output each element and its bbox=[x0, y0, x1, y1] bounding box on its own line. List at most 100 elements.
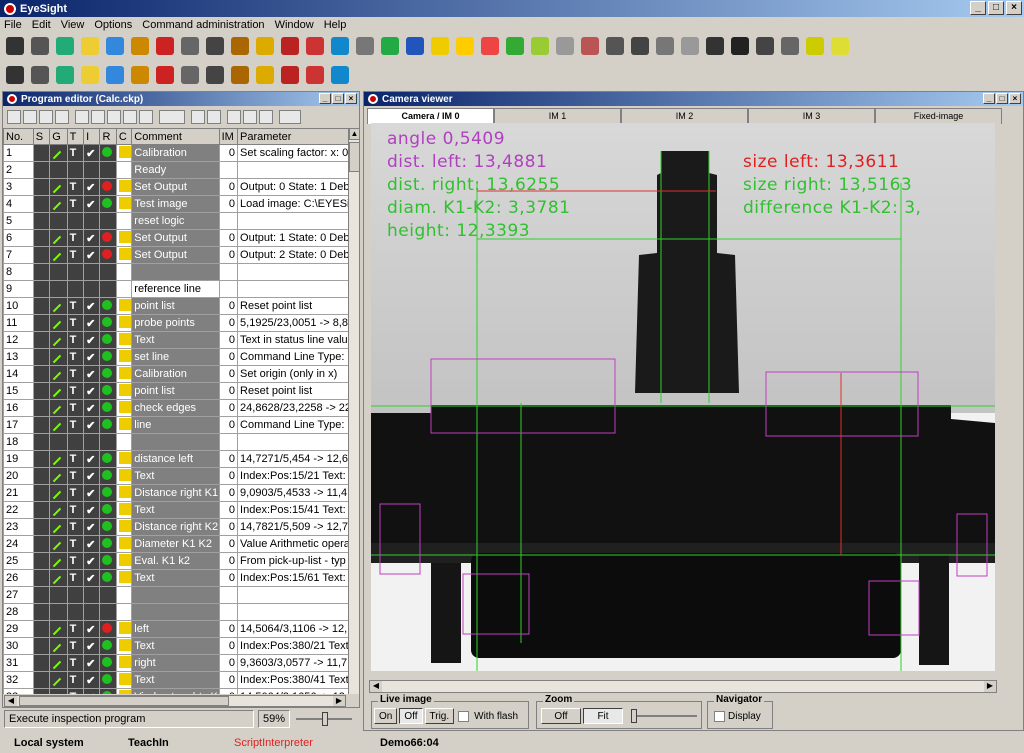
row-s-cell[interactable] bbox=[32, 314, 51, 332]
tree-icon[interactable] bbox=[254, 35, 276, 57]
row-im[interactable]: 0 bbox=[218, 552, 239, 570]
row-s-cell[interactable] bbox=[32, 331, 51, 349]
row-c-cell[interactable] bbox=[115, 161, 133, 179]
row-s-cell[interactable] bbox=[32, 518, 51, 536]
row-im[interactable]: 0 bbox=[218, 331, 239, 349]
menu-command-administration[interactable]: Command administration bbox=[142, 19, 264, 31]
row-c-cell[interactable] bbox=[115, 229, 133, 247]
row-s-cell[interactable] bbox=[32, 450, 51, 468]
row-i-cell[interactable]: ✔ bbox=[83, 535, 101, 553]
row-i-cell[interactable]: ✔ bbox=[83, 314, 101, 332]
row-comment[interactable]: Test image bbox=[131, 195, 220, 213]
chart-icon[interactable] bbox=[129, 35, 151, 57]
row-t-cell[interactable]: T bbox=[66, 501, 85, 519]
row-c-cell[interactable] bbox=[115, 144, 133, 162]
row-t-cell[interactable]: T bbox=[66, 654, 85, 672]
row-parameter[interactable]: From pick-up-list - typ bbox=[237, 552, 350, 570]
table-row[interactable]: 1 T ✔ Calibration 0 Set scaling factor: x: 0, bbox=[3, 144, 350, 162]
row-c-cell[interactable] bbox=[115, 263, 133, 281]
zoom-slider-thumb[interactable] bbox=[322, 712, 328, 726]
row-r-cell[interactable] bbox=[99, 212, 117, 230]
row-im[interactable]: 0 bbox=[218, 297, 239, 315]
col-t[interactable]: T bbox=[66, 128, 85, 145]
row-comment[interactable]: Calibration bbox=[131, 365, 220, 383]
row-im[interactable]: 0 bbox=[218, 569, 239, 587]
row-t-cell[interactable]: T bbox=[66, 331, 85, 349]
table-row[interactable]: 21 T ✔ Distance right K1 0 9,0903/5,4533 -> 1… bbox=[3, 484, 350, 502]
row-parameter[interactable]: Index:Pos:15/41 Text: bbox=[237, 501, 350, 519]
row-t-cell[interactable]: T bbox=[66, 671, 85, 689]
row-parameter[interactable]: 14,7271/5,454 -> 12,6 bbox=[237, 450, 350, 468]
row-parameter[interactable] bbox=[237, 280, 350, 298]
eraser-icon[interactable] bbox=[379, 35, 401, 57]
row-parameter[interactable]: Text in status line value bbox=[237, 331, 350, 349]
row-im[interactable]: 0 bbox=[218, 382, 239, 400]
row-number[interactable]: 13 bbox=[3, 348, 34, 366]
row-r-cell[interactable] bbox=[99, 280, 117, 298]
row-s-cell[interactable] bbox=[32, 178, 51, 196]
tools-icon[interactable] bbox=[129, 64, 151, 86]
row-i-cell[interactable]: ✔ bbox=[83, 671, 101, 689]
menu-help[interactable]: Help bbox=[324, 19, 347, 31]
cross-icon[interactable] bbox=[729, 35, 751, 57]
row-number[interactable]: 32 bbox=[3, 671, 34, 689]
row-i-cell[interactable]: ✔ bbox=[83, 144, 101, 162]
viewer-close-button[interactable]: × bbox=[1009, 93, 1021, 104]
table-row[interactable]: 15 T ✔ point list 0 Reset point list bbox=[3, 382, 350, 400]
row-g-cell[interactable] bbox=[49, 501, 68, 519]
tree-icon[interactable] bbox=[229, 35, 251, 57]
row-number[interactable]: 29 bbox=[3, 620, 34, 638]
bulb-icon[interactable] bbox=[79, 35, 101, 57]
row-c-cell[interactable] bbox=[115, 450, 133, 468]
row-parameter[interactable]: Index:Pos:15/21 Text: bbox=[237, 467, 350, 485]
table-row[interactable]: 30 T ✔ Text 0 Index:Pos:380/21 Text: bbox=[3, 637, 350, 655]
row-c-cell[interactable] bbox=[115, 331, 133, 349]
save-icon[interactable] bbox=[39, 110, 53, 124]
row-c-cell[interactable] bbox=[115, 501, 133, 519]
row-s-cell[interactable] bbox=[32, 569, 51, 587]
width-icon[interactable] bbox=[29, 64, 51, 86]
row-comment[interactable]: Vierkant rechts K1 bbox=[131, 688, 220, 694]
circle-icon[interactable] bbox=[154, 35, 176, 57]
row-parameter[interactable]: 24,8628/23,2258 -> 22 bbox=[237, 399, 350, 417]
row-t-cell[interactable]: T bbox=[66, 382, 85, 400]
row-s-cell[interactable] bbox=[32, 263, 51, 281]
row-c-cell[interactable] bbox=[115, 569, 133, 587]
row-comment[interactable]: distance left bbox=[131, 450, 220, 468]
viewer-zoom-thumb[interactable] bbox=[631, 709, 637, 723]
triangle-icon[interactable] bbox=[154, 64, 176, 86]
chip-icon[interactable] bbox=[229, 64, 251, 86]
keypad-icon[interactable] bbox=[354, 35, 376, 57]
zoom-slider[interactable] bbox=[296, 712, 352, 726]
camera-image[interactable]: angle 0,5409 dist. left: 13,4881 dist. rig… bbox=[371, 123, 995, 671]
row-r-cell[interactable] bbox=[99, 688, 117, 694]
row-c-cell[interactable] bbox=[115, 280, 133, 298]
blocks-icon[interactable] bbox=[329, 35, 351, 57]
row-r-cell[interactable] bbox=[99, 484, 117, 502]
row-comment[interactable]: check edges bbox=[131, 399, 220, 417]
row-parameter[interactable] bbox=[237, 263, 350, 281]
row-im[interactable]: 0 bbox=[218, 620, 239, 638]
row-number[interactable]: 7 bbox=[3, 246, 34, 264]
table-row[interactable]: 19 T ✔ distance left 0 14,7271/5,454 -> 12,6 bbox=[3, 450, 350, 468]
row-comment[interactable]: Distance right K2 bbox=[131, 518, 220, 536]
frame-icon[interactable] bbox=[329, 64, 351, 86]
align-center-icon[interactable] bbox=[243, 110, 257, 124]
table-row[interactable]: 33 T ✔ Vierkant rechts K1014,5064/3,1656 ->… bbox=[3, 688, 350, 694]
h-scroll-thumb[interactable] bbox=[19, 696, 229, 706]
link-icon[interactable] bbox=[54, 35, 76, 57]
row-s-cell[interactable] bbox=[32, 654, 51, 672]
row-i-cell[interactable]: ✔ bbox=[83, 178, 101, 196]
row-comment[interactable]: Set Output bbox=[131, 246, 220, 264]
row-t-cell[interactable]: T bbox=[66, 144, 85, 162]
viewer-scroll-left-icon[interactable]: ◀ bbox=[370, 681, 382, 692]
row-i-cell[interactable] bbox=[83, 212, 101, 230]
row-comment[interactable] bbox=[131, 263, 220, 281]
row-g-cell[interactable] bbox=[49, 348, 68, 366]
row-parameter[interactable]: Output: 1 State: 0 Debo bbox=[237, 229, 350, 247]
table-row[interactable]: 31 T ✔ right 0 9,3603/3,0577 -> 11,7 bbox=[3, 654, 350, 672]
row-s-cell[interactable] bbox=[32, 382, 51, 400]
with-flash-checkbox[interactable] bbox=[458, 710, 470, 722]
row-parameter[interactable]: Index:Pos:15/61 Text: bbox=[237, 569, 350, 587]
table-row[interactable]: 10 T ✔ point list 0 Reset point list bbox=[3, 297, 350, 315]
